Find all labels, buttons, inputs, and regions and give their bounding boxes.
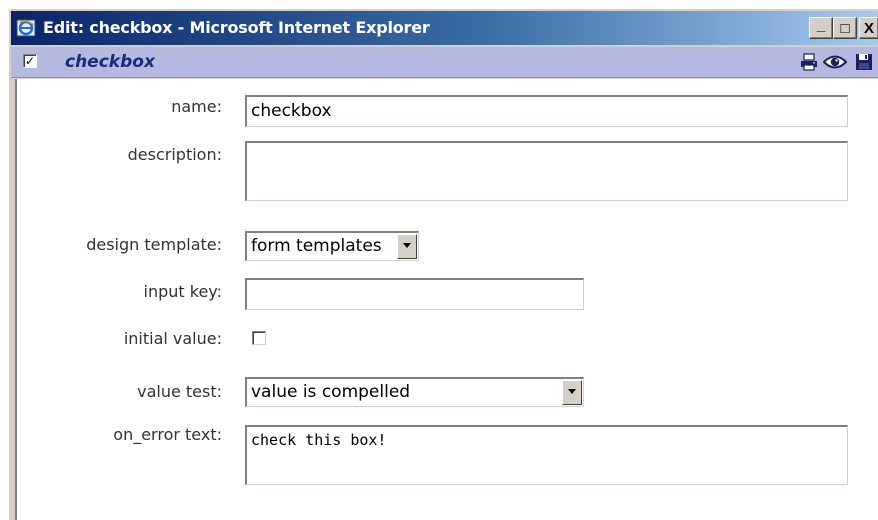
item-title: checkbox — [65, 52, 155, 72]
browser-window: Edit: checkbox - Microsoft Internet Expl… — [8, 8, 878, 520]
title-bar[interactable]: Edit: checkbox - Microsoft Internet Expl… — [11, 11, 878, 45]
minimize-icon: _ — [816, 16, 826, 34]
design-template-value: form templates — [251, 236, 382, 256]
view-icon[interactable] — [823, 53, 847, 71]
design-template-select[interactable]: form templates — [245, 231, 419, 261]
header-checkbox-icon[interactable]: ✓ — [23, 54, 37, 68]
value-test-select[interactable]: value is compelled — [245, 377, 584, 407]
value-test-label: value test: — [137, 382, 222, 401]
close-button[interactable]: X — [859, 17, 878, 39]
ie-icon — [16, 19, 36, 37]
initial-value-checkbox[interactable] — [252, 331, 266, 345]
close-icon: X — [863, 19, 874, 37]
input-key-label: input key: — [143, 282, 222, 301]
value-test-value: value is compelled — [251, 382, 411, 402]
design-template-label: design template: — [86, 235, 222, 254]
maximize-icon: □ — [840, 19, 850, 37]
chevron-down-icon[interactable] — [562, 380, 582, 405]
input-key-input[interactable] — [245, 278, 584, 310]
name-label: name: — [171, 97, 222, 116]
initial-value-label: initial value: — [123, 329, 222, 348]
window-title: Edit: checkbox - Microsoft Internet Expl… — [43, 18, 430, 37]
description-label: description: — [127, 145, 222, 164]
save-icon[interactable] — [855, 53, 873, 71]
description-textarea[interactable] — [245, 141, 848, 201]
print-icon[interactable] — [799, 53, 819, 71]
chevron-down-icon[interactable] — [397, 234, 417, 259]
maximize-button[interactable]: □ — [833, 17, 857, 39]
item-header-bar: ✓ checkbox — [11, 47, 878, 78]
on-error-text-textarea[interactable]: check this box! — [245, 425, 848, 485]
minimize-button[interactable]: _ — [809, 17, 833, 39]
name-input[interactable]: checkbox — [245, 95, 848, 127]
on-error-text-label: on_error text: — [113, 425, 222, 444]
form-panel: name: checkbox description: design templ… — [15, 79, 878, 520]
